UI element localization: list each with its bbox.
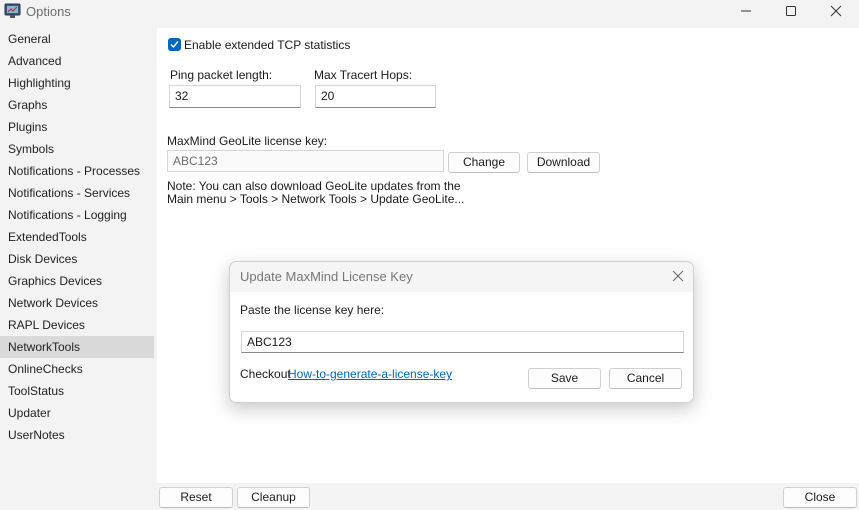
reset-button[interactable]: Reset [159,487,233,508]
ping-length-input[interactable]: 32 [169,85,301,108]
cleanup-button[interactable]: Cleanup [237,487,310,508]
sidebar-item-symbols[interactable]: Symbols [0,138,154,160]
ping-length-label: Ping packet length: [170,68,273,82]
sidebar-item-notifications-services[interactable]: Notifications - Services [0,182,154,204]
geolite-key-field: ABC123 [167,150,444,172]
change-button[interactable]: Change [448,152,520,173]
tracert-hops-label: Max Tracert Hops: [314,68,413,82]
sidebar-item-extendedtools[interactable]: ExtendedTools [0,226,154,248]
dialog-title: Update MaxMind License Key [240,269,413,284]
sidebar-item-notifications-logging[interactable]: Notifications - Logging [0,204,154,226]
sidebar-item-rapl-devices[interactable]: RAPL Devices [0,314,154,336]
close-icon [830,5,842,17]
sidebar-item-onlinechecks[interactable]: OnlineChecks [0,358,154,380]
sidebar-item-disk-devices[interactable]: Disk Devices [0,248,154,270]
window-title: Options [26,4,71,19]
close-button[interactable]: Close [783,487,857,508]
save-button[interactable]: Save [528,368,601,389]
title-bar: Options [0,0,859,24]
sidebar: General Advanced Highlighting Graphs Plu… [0,28,156,483]
download-button[interactable]: Download [527,152,600,173]
bottom-bar: Reset Cleanup Close [157,483,859,510]
license-key-dialog: Update MaxMind License Key Paste the lic… [229,261,694,403]
maximize-icon [786,6,796,16]
sidebar-item-graphs[interactable]: Graphs [0,94,154,116]
geolite-note: Note: You can also download GeoLite upda… [167,180,464,206]
license-key-link[interactable]: How-to-generate-a-license-key [288,367,452,381]
checkmark-icon [170,41,179,49]
sidebar-item-usernotes[interactable]: UserNotes [0,424,154,446]
options-panel: Enable extended TCP statistics Ping pack… [157,28,859,483]
geolite-key-label: MaxMind GeoLite license key: [167,134,328,148]
cancel-button[interactable]: Cancel [609,368,682,389]
sidebar-item-advanced[interactable]: Advanced [0,50,154,72]
sidebar-item-networktools[interactable]: NetworkTools [0,336,154,358]
sidebar-item-network-devices[interactable]: Network Devices [0,292,154,314]
dialog-body: Paste the license key here: ABC123 Check… [230,292,693,402]
sidebar-item-highlighting[interactable]: Highlighting [0,72,154,94]
dialog-close-button[interactable] [671,269,685,283]
sidebar-item-notifications-processes[interactable]: Notifications - Processes [0,160,154,182]
minimize-icon [741,10,751,12]
sidebar-item-graphics-devices[interactable]: Graphics Devices [0,270,154,292]
sidebar-item-general[interactable]: General [0,28,154,50]
close-icon [672,270,684,282]
sidebar-item-plugins[interactable]: Plugins [0,116,154,138]
close-window-button[interactable] [813,0,859,22]
maximize-button[interactable] [768,0,814,22]
dialog-prompt: Paste the license key here: [240,303,385,317]
sidebar-item-updater[interactable]: Updater [0,402,154,424]
minimize-button[interactable] [723,0,769,22]
checkout-text: Checkout [240,367,291,381]
tracert-hops-input[interactable]: 20 [315,85,436,108]
app-icon [4,3,21,19]
tcp-stats-checkbox[interactable] [168,38,181,51]
sidebar-item-toolstatus[interactable]: ToolStatus [0,380,154,402]
tcp-stats-label[interactable]: Enable extended TCP statistics [184,38,350,52]
license-key-input[interactable]: ABC123 [241,331,684,353]
note-line-2: Main menu > Tools > Network Tools > Upda… [167,192,465,206]
